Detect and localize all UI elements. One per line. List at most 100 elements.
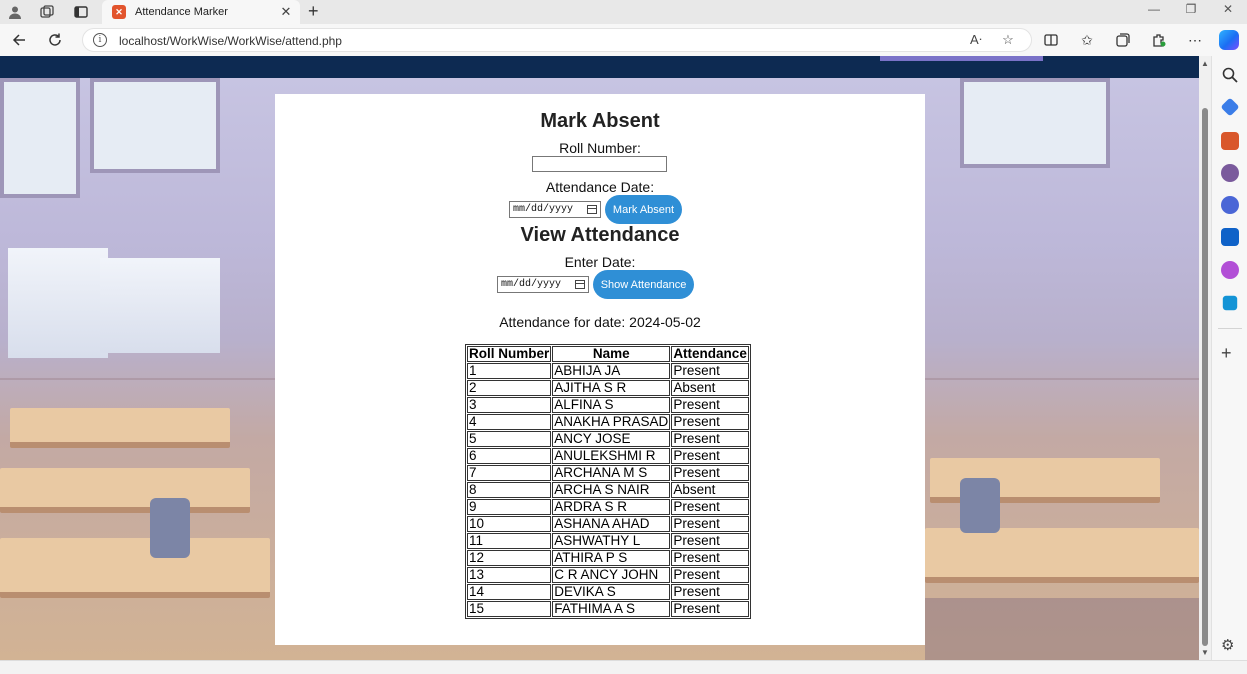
roll-number-input[interactable] [532, 156, 667, 172]
column-header-attendance: Attendance [671, 346, 749, 362]
table-row: 4 ANAKHA PRASAD Present [467, 414, 749, 430]
table-row: 8 ARCHA S NAIR Absent [467, 482, 749, 498]
mark-absent-heading: Mark Absent [540, 110, 660, 132]
background-chair [150, 498, 190, 558]
roll-number-cell: 11 [467, 533, 552, 549]
attendance-cell: Present [671, 431, 749, 447]
favorites-icon[interactable]: ✩ [1077, 30, 1097, 50]
site-favicon-icon: ✕ [112, 5, 126, 19]
active-tab[interactable]: ✕ Attendance Marker ✕ [102, 0, 300, 24]
attendance-cell: Present [671, 516, 749, 532]
attendance-cell: Absent [671, 482, 749, 498]
attendance-date-label: Attendance Date: [545, 179, 655, 195]
background-board [8, 248, 108, 358]
new-tab-icon[interactable]: + [308, 2, 319, 20]
name-cell: ATHIRA P S [552, 550, 671, 566]
roll-number-cell: 6 [467, 448, 552, 464]
more-icon[interactable]: ⋯ [1185, 30, 1205, 50]
window-bottom-edge [0, 660, 1247, 674]
close-window-icon[interactable]: ✕ [1218, 2, 1238, 16]
table-row: 15 FATHIMA A S Present [467, 601, 749, 617]
roll-number-cell: 3 [467, 397, 552, 413]
view-date-placeholder: mm/dd/yyyy [501, 279, 562, 290]
table-row: 13 C R ANCY JOHN Present [467, 567, 749, 583]
refresh-icon[interactable] [45, 30, 65, 50]
name-cell: ALFINA S [552, 397, 671, 413]
enter-date-label: Enter Date: [564, 254, 636, 270]
back-arrow-icon[interactable] [9, 30, 29, 50]
attendance-panel: Mark Absent Roll Number: Attendance Date… [275, 94, 925, 645]
tab-strip: ✕ Attendance Marker ✕ + — ❐ ✕ [0, 0, 1247, 24]
name-cell: ASHWATHY L [552, 533, 671, 549]
calendar-icon[interactable] [575, 280, 585, 289]
background-desk [10, 408, 230, 448]
site-info-icon[interactable]: i [93, 33, 107, 47]
profile-icon[interactable] [6, 3, 24, 21]
shopping-icon[interactable] [1220, 97, 1240, 117]
address-bar[interactable]: i localhost/WorkWise/WorkWise/attend.php… [82, 28, 1032, 52]
scrollbar-thumb[interactable] [1202, 108, 1208, 646]
attendance-cell: Present [671, 363, 749, 379]
restore-icon[interactable]: ❐ [1181, 2, 1201, 16]
read-aloud-icon[interactable]: Aᐧ [967, 32, 985, 48]
roll-number-cell: 10 [467, 516, 552, 532]
minimize-icon[interactable]: — [1144, 2, 1164, 16]
workspaces-icon[interactable] [38, 3, 56, 21]
table-row: 3 ALFINA S Present [467, 397, 749, 413]
split-screen-icon[interactable] [1041, 30, 1061, 50]
designer-icon[interactable] [1221, 261, 1239, 279]
view-date-input[interactable]: mm/dd/yyyy [497, 276, 589, 293]
roll-number-cell: 8 [467, 482, 552, 498]
browser-toolbar: i localhost/WorkWise/WorkWise/attend.php… [0, 24, 1247, 56]
search-icon[interactable] [1221, 66, 1239, 84]
url-text[interactable]: localhost/WorkWise/WorkWise/attend.php [119, 34, 342, 48]
roll-number-cell: 7 [467, 465, 552, 481]
table-header-row: Roll Number Name Attendance [467, 346, 749, 362]
roll-number-label: Roll Number: [559, 140, 641, 156]
name-cell: ANULEKSHMI R [552, 448, 671, 464]
attendance-cell: Present [671, 533, 749, 549]
name-cell: ARDRA S R [552, 499, 671, 515]
roll-number-cell: 5 [467, 431, 552, 447]
microsoft-365-icon[interactable] [1221, 196, 1239, 214]
show-attendance-button[interactable]: Show Attendance [593, 270, 694, 299]
name-cell: ANAKHA PRASAD [552, 414, 671, 430]
page-viewport: Mark Absent Roll Number: Attendance Date… [0, 56, 1199, 660]
games-icon[interactable] [1221, 164, 1239, 182]
add-icon[interactable]: + [1221, 344, 1232, 362]
tools-icon[interactable] [1221, 132, 1239, 150]
attendance-cell: Present [671, 601, 749, 617]
star-icon[interactable]: ☆ [999, 32, 1017, 48]
mark-absent-button[interactable]: Mark Absent [605, 195, 682, 224]
copilot-icon[interactable] [1219, 30, 1239, 50]
table-row: 9 ARDRA S R Present [467, 499, 749, 515]
page-scrollbar[interactable]: ▲ ▼ [1199, 56, 1211, 660]
roll-number-cell: 13 [467, 567, 552, 583]
background-window [960, 78, 1110, 168]
table-row: 5 ANCY JOSE Present [467, 431, 749, 447]
scroll-down-icon[interactable]: ▼ [1201, 648, 1209, 657]
attendance-cell: Present [671, 465, 749, 481]
collections-icon[interactable] [1113, 30, 1133, 50]
tab-actions-icon[interactable] [72, 3, 90, 21]
send-icon[interactable] [1222, 295, 1238, 311]
gear-icon[interactable]: ⚙ [1221, 636, 1234, 654]
extensions-icon[interactable] [1149, 30, 1169, 50]
background-window [0, 78, 80, 198]
column-header-name: Name [552, 346, 671, 362]
name-cell: AJITHA S R [552, 380, 671, 396]
roll-number-cell: 14 [467, 584, 552, 600]
background-desk [0, 538, 270, 598]
calendar-icon[interactable] [587, 205, 597, 214]
attendance-cell: Present [671, 448, 749, 464]
attendance-date-input[interactable]: mm/dd/yyyy [509, 201, 601, 218]
table-row: 1 ABHIJA JA Present [467, 363, 749, 379]
name-cell: FATHIMA A S [552, 601, 671, 617]
outlook-icon[interactable] [1221, 228, 1239, 246]
name-cell: ANCY JOSE [552, 431, 671, 447]
background-desk [0, 468, 250, 513]
scroll-up-icon[interactable]: ▲ [1201, 59, 1209, 68]
name-cell: ABHIJA JA [552, 363, 671, 379]
close-tab-icon[interactable]: ✕ [278, 4, 294, 20]
table-row: 11 ASHWATHY L Present [467, 533, 749, 549]
